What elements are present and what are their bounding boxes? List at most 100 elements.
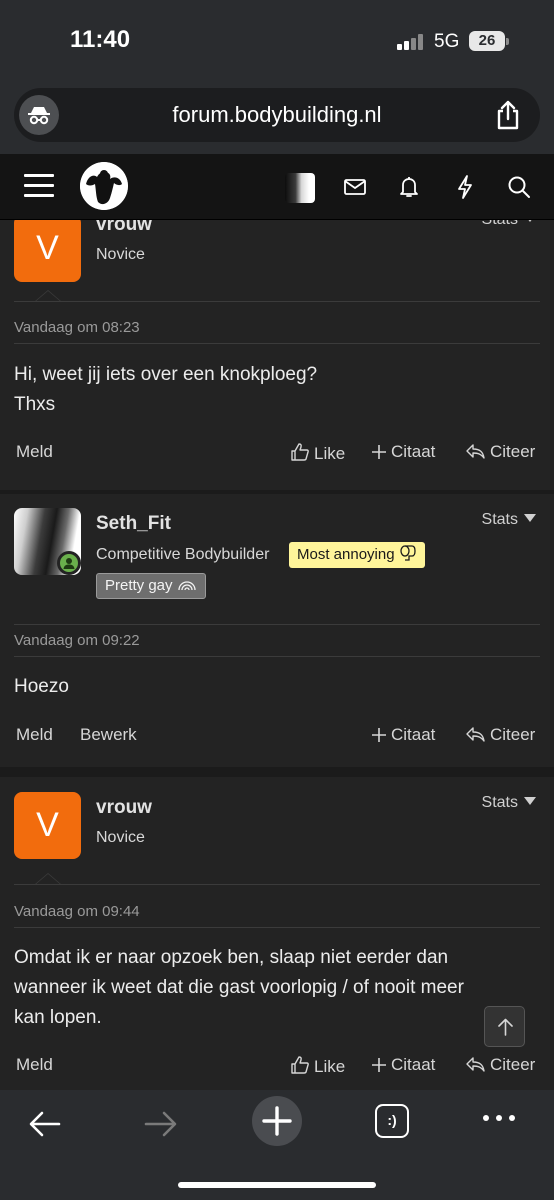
quote-button[interactable]: Citaat xyxy=(371,442,435,462)
plus-icon xyxy=(372,728,386,742)
stats-toggle[interactable]: Stats xyxy=(482,794,536,812)
banner-label: Pretty gay xyxy=(105,577,173,594)
divider xyxy=(14,927,540,928)
report-button[interactable]: Meld xyxy=(16,442,53,462)
user-title: Novice xyxy=(96,246,145,263)
reply-icon xyxy=(466,727,485,742)
post-line: Hi, weet jij iets over een knokploeg? xyxy=(14,364,318,385)
bell-icon[interactable] xyxy=(396,174,422,200)
menu-icon[interactable] xyxy=(24,174,54,198)
thumbs-up-icon xyxy=(291,443,309,461)
reply-label: Citeer xyxy=(490,1055,536,1074)
stats-toggle[interactable]: Stats xyxy=(482,220,536,229)
quote-label: Citaat xyxy=(391,725,436,744)
caret-down-icon xyxy=(524,514,536,522)
forum-logo[interactable] xyxy=(80,162,128,210)
user-avatar[interactable] xyxy=(285,173,315,203)
divider xyxy=(14,656,540,657)
privacy-icon[interactable] xyxy=(19,95,59,135)
stats-label: Stats xyxy=(481,511,518,528)
post-line: Omdat ik er naar opzoek ben, slaap niet … xyxy=(14,947,449,968)
stats-label: Stats xyxy=(481,794,518,811)
reply-button[interactable]: Citeer xyxy=(466,442,535,462)
forward-arrow-icon[interactable] xyxy=(141,1104,181,1144)
reply-label: Citeer xyxy=(490,442,536,461)
thread-content: V vrouw Novice Stats Vandaag om 08:23 Hi… xyxy=(0,220,554,1090)
post-date[interactable]: Vandaag om 09:22 xyxy=(14,632,140,649)
username[interactable]: vrouw xyxy=(96,220,152,236)
like-label: Like xyxy=(314,444,346,463)
quote-label: Citaat xyxy=(391,442,436,461)
avatar[interactable]: V xyxy=(14,792,81,859)
post: Seth_Fit Competitive Bodybuilder Most an… xyxy=(0,494,554,767)
toilet-paper-icon xyxy=(400,545,416,561)
plus-icon xyxy=(372,1058,386,1072)
user-title: Novice xyxy=(96,829,145,846)
stats-label: Stats xyxy=(482,220,518,228)
user-banner-secondary: Pretty gay xyxy=(96,573,206,599)
lightning-icon[interactable] xyxy=(452,174,478,200)
plus-icon xyxy=(372,445,386,459)
edit-button[interactable]: Bewerk xyxy=(80,725,137,745)
network-type: 5G xyxy=(434,31,460,52)
forum-header xyxy=(0,154,554,220)
report-button[interactable]: Meld xyxy=(16,1055,53,1075)
post-line: Thxs xyxy=(14,394,56,415)
battery-icon: 26 xyxy=(469,31,505,51)
browser-toolbar: forum.bodybuilding.nl xyxy=(0,84,554,154)
status-bar: 11:40 5G 26 xyxy=(0,0,554,84)
divider xyxy=(14,624,540,625)
user-banner-primary: Most annoying xyxy=(289,542,425,568)
address-bar[interactable]: forum.bodybuilding.nl xyxy=(14,88,540,142)
like-label: Like xyxy=(314,1057,346,1076)
avatar[interactable]: V xyxy=(14,220,81,282)
quote-button[interactable]: Citaat xyxy=(371,1055,435,1075)
thumbs-up-icon xyxy=(291,1056,309,1074)
more-icon[interactable] xyxy=(481,1112,517,1124)
mail-icon[interactable] xyxy=(342,174,368,200)
post-body: Hoezo xyxy=(14,672,534,702)
post-body: Omdat ik er naar opzoek ben, slaap niet … xyxy=(14,943,534,1033)
divider xyxy=(14,884,540,885)
divider xyxy=(14,343,540,344)
caret-down-icon xyxy=(524,220,536,222)
post-line: wanneer ik weet dat die gast voorlopig /… xyxy=(14,977,464,998)
scroll-to-top-button[interactable] xyxy=(484,1006,525,1047)
rainbow-icon xyxy=(178,581,196,591)
report-button[interactable]: Meld xyxy=(16,725,53,745)
user-title: Competitive Bodybuilder xyxy=(96,546,270,563)
reply-label: Citeer xyxy=(490,725,536,744)
reply-button[interactable]: Citeer xyxy=(466,1055,535,1075)
online-status-icon xyxy=(57,551,81,575)
post-date[interactable]: Vandaag om 08:23 xyxy=(14,319,140,336)
quote-label: Citaat xyxy=(391,1055,436,1074)
search-icon[interactable] xyxy=(506,174,532,200)
banner-label: Most annoying xyxy=(297,546,395,563)
post: V vrouw Novice Stats Vandaag om 09:44 Om… xyxy=(0,777,554,1090)
plus-icon xyxy=(262,1106,292,1136)
arrow-up-icon xyxy=(498,1018,513,1036)
reply-icon xyxy=(466,444,485,459)
stats-toggle[interactable]: Stats xyxy=(482,511,536,529)
post: V vrouw Novice Stats Vandaag om 08:23 Hi… xyxy=(0,220,554,490)
avatar[interactable] xyxy=(14,508,81,575)
reply-icon xyxy=(466,1057,485,1072)
post-line: Hoezo xyxy=(14,676,69,697)
reply-button[interactable]: Citeer xyxy=(466,725,535,745)
like-button[interactable]: Like xyxy=(290,1055,345,1077)
back-arrow-icon[interactable] xyxy=(26,1104,66,1144)
signal-icon xyxy=(397,34,425,50)
home-indicator xyxy=(178,1182,376,1188)
tabs-icon[interactable]: :) xyxy=(375,1104,409,1138)
clock: 11:40 xyxy=(70,26,131,53)
new-tab-button[interactable] xyxy=(252,1096,302,1146)
username[interactable]: vrouw xyxy=(96,797,152,819)
post-date[interactable]: Vandaag om 09:44 xyxy=(14,903,140,920)
battery-tip xyxy=(506,38,509,45)
like-button[interactable]: Like xyxy=(290,442,345,464)
quote-button[interactable]: Citaat xyxy=(371,725,435,745)
url-text[interactable]: forum.bodybuilding.nl xyxy=(74,102,480,128)
username[interactable]: Seth_Fit xyxy=(96,513,171,535)
share-icon[interactable] xyxy=(492,99,524,131)
caret-down-icon xyxy=(524,797,536,805)
